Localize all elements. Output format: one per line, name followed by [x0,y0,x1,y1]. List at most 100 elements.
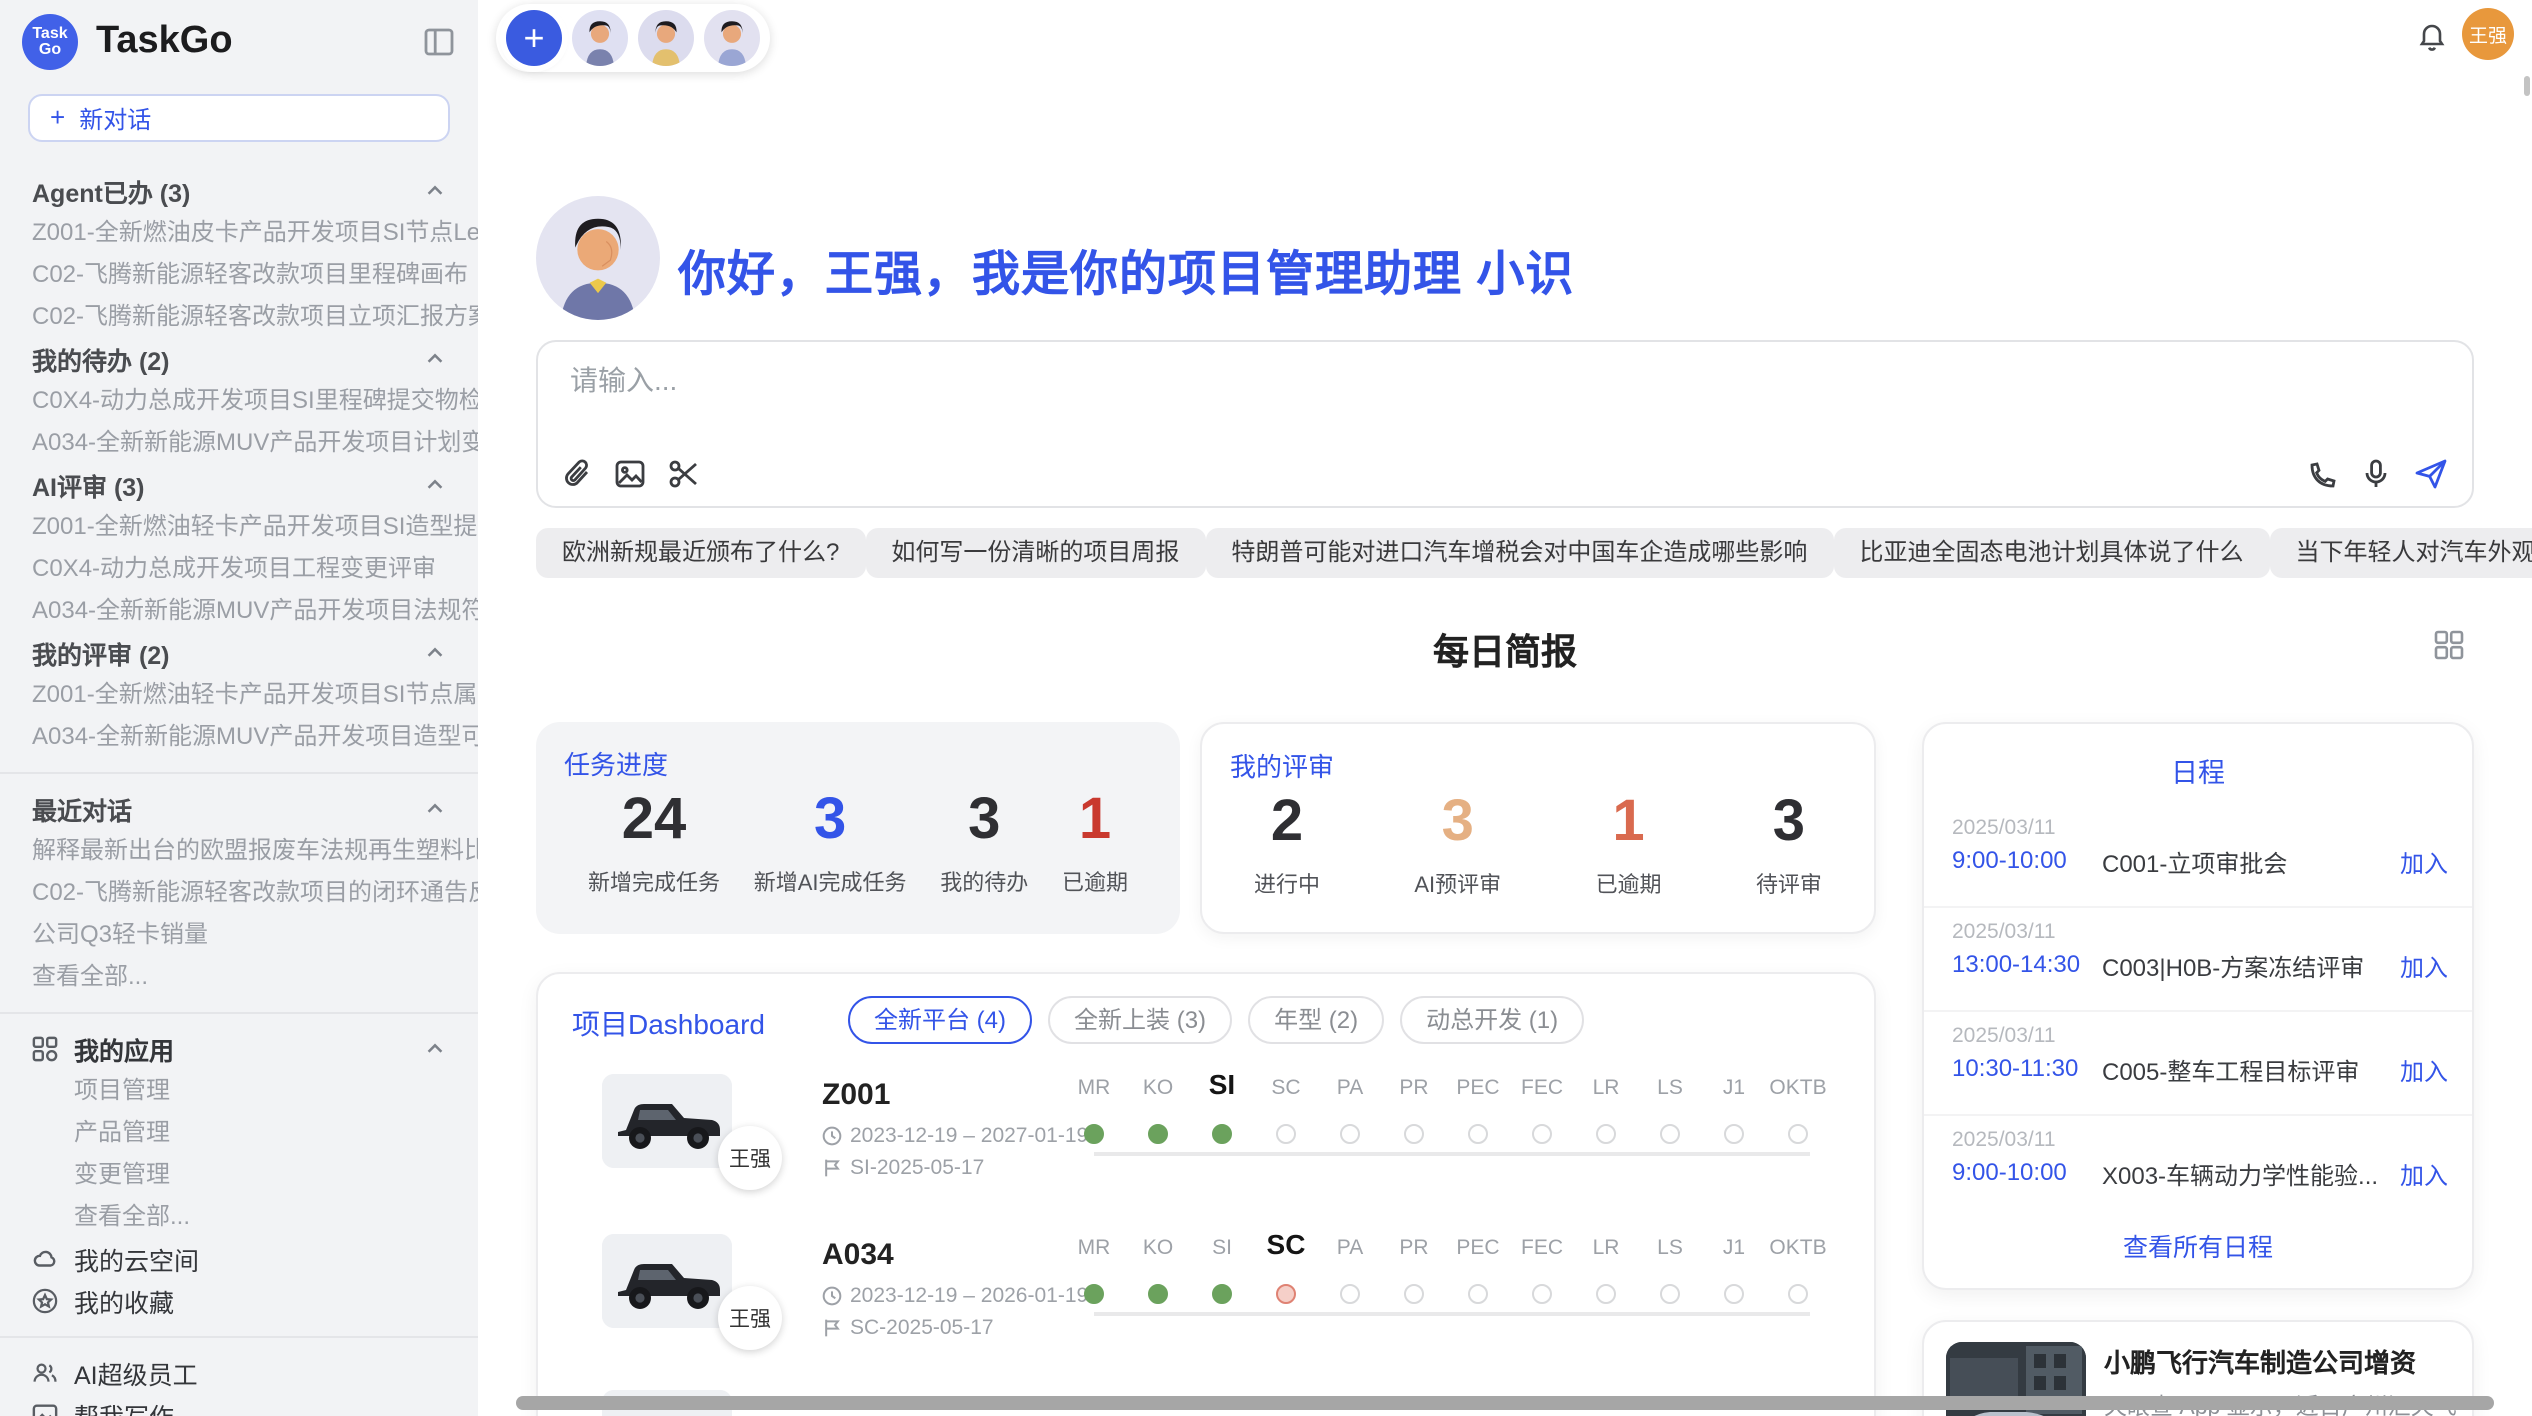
milestone-dot[interactable] [1532,1284,1552,1304]
new-chat-button[interactable]: + 新对话 [28,94,450,142]
sidebar-tool-picture[interactable]: 帮我写作 [0,1394,478,1416]
notifications-bell-icon[interactable] [2416,20,2448,54]
image-icon[interactable] [614,458,646,490]
chevron-up-icon[interactable] [424,348,446,370]
view-all-schedule-link[interactable]: 查看所有日程 [1924,1226,2472,1264]
microphone-icon[interactable] [2362,458,2390,490]
milestone-oktb[interactable]: OKTB [1766,1222,1830,1304]
milestone-pa[interactable]: PA [1318,1222,1382,1304]
milestone-dot[interactable] [1468,1124,1488,1144]
avatar-3[interactable] [704,10,760,66]
milestone-ls[interactable]: LS [1638,1222,1702,1304]
chevron-up-icon[interactable] [424,474,446,496]
dashboard-filter-chip[interactable]: 动总开发 (1) [1400,996,1584,1044]
milestone-sc[interactable]: SC [1254,1062,1318,1144]
milestone-dot[interactable] [1148,1284,1168,1304]
recent-conversation-item[interactable]: 公司Q3轻卡销量 [0,914,478,956]
vertical-scrollbar[interactable] [2524,76,2530,96]
suggestion-chip[interactable]: 欧洲新规最近颁布了什么? [536,528,865,578]
send-icon[interactable] [2414,458,2448,490]
event-join-link[interactable]: 加入 [2400,1054,2448,1088]
chevron-up-icon[interactable] [424,1038,446,1060]
milestone-dot[interactable] [1404,1284,1424,1304]
chevron-up-icon[interactable] [424,798,446,820]
milestone-lr[interactable]: LR [1574,1222,1638,1304]
milestone-dot[interactable] [1276,1124,1296,1144]
milestone-dot[interactable] [1276,1284,1296,1304]
recent-conversation-item[interactable]: C02-飞腾新能源轻客改款项目的闭环通告反馈情况 [0,872,478,914]
milestone-pa[interactable]: PA [1318,1062,1382,1144]
add-conversation-button[interactable]: + [506,10,562,66]
milestone-dot[interactable] [1084,1284,1104,1304]
phone-icon[interactable] [2308,459,2338,489]
milestone-ls[interactable]: LS [1638,1062,1702,1144]
milestone-dot[interactable] [1724,1284,1744,1304]
milestone-dot[interactable] [1212,1124,1232,1144]
milestone-ko[interactable]: KO [1126,1222,1190,1304]
layout-grid-icon[interactable] [2434,630,2464,660]
milestone-fec[interactable]: FEC [1510,1062,1574,1144]
chevron-up-icon[interactable] [424,180,446,202]
milestone-pr[interactable]: PR [1382,1222,1446,1304]
sidebar-collapse-icon[interactable] [424,28,454,56]
milestone-fec[interactable]: FEC [1510,1222,1574,1304]
sidebar-item[interactable]: C0X4-动力总成开发项目SI里程碑提交物检查 [0,380,478,422]
paperclip-icon[interactable] [562,458,592,490]
sidebar-section-header[interactable]: 我的评审 (2) [0,632,478,674]
dashboard-filter-chip[interactable]: 全新平台 (4) [848,996,1032,1044]
recent-conversation-item[interactable]: 查看全部... [0,956,478,998]
suggestion-chip[interactable]: 比亚迪全固态电池计划具体说了什么 [1833,528,2269,578]
sidebar-item[interactable]: Z001-全新燃油皮卡产品开发项目SI节点Lesson Learn报告 [0,212,478,254]
milestone-j1[interactable]: J1 [1702,1062,1766,1144]
milestone-dot[interactable] [1340,1284,1360,1304]
sidebar-section-header[interactable]: AI评审 (3) [0,464,478,506]
milestone-dot[interactable] [1468,1284,1488,1304]
event-join-link[interactable]: 加入 [2400,1158,2448,1192]
recent-conversation-item[interactable]: 解释最新出台的欧盟报废车法规再生塑料比例被调至15%... [0,830,478,872]
milestone-dot[interactable] [1660,1284,1680,1304]
sidebar-item[interactable]: Z001-全新燃油轻卡产品开发项目SI造型提交物评审 [0,506,478,548]
sidebar-item[interactable]: A034-全新新能源MUV产品开发项目法规符合性评审 [0,590,478,632]
milestone-dot[interactable] [1084,1124,1104,1144]
milestone-j1[interactable]: J1 [1702,1222,1766,1304]
sidebar-item[interactable]: Z001-全新燃油轻卡产品开发项目SI节点属性5D文件评审 [0,674,478,716]
milestone-dot[interactable] [1212,1284,1232,1304]
milestone-dot[interactable] [1404,1124,1424,1144]
sidebar-item[interactable]: C0X4-动力总成开发项目工程变更评审 [0,548,478,590]
dashboard-filter-chip[interactable]: 年型 (2) [1248,996,1384,1044]
sidebar-tool-people[interactable]: AI超级员工 [0,1352,478,1394]
user-avatar[interactable]: 王强 [2462,8,2514,60]
milestone-dot[interactable] [1788,1124,1808,1144]
milestone-dot[interactable] [1660,1124,1680,1144]
suggestion-chip[interactable]: 特朗普可能对进口汽车增税会对中国车企造成哪些影响 [1205,528,1833,578]
app-sub-item[interactable]: 项目管理 [0,1070,478,1112]
milestone-lr[interactable]: LR [1574,1062,1638,1144]
sidebar-item-my-apps[interactable]: 我的应用 [0,1028,478,1070]
dashboard-filter-chip[interactable]: 全新上装 (3) [1048,996,1232,1044]
milestone-dot[interactable] [1532,1124,1552,1144]
app-sub-item[interactable]: 变更管理 [0,1154,478,1196]
sidebar-item[interactable]: C02-飞腾新能源轻客改款项目立项汇报方案 [0,296,478,338]
milestone-si[interactable]: SI [1190,1062,1254,1144]
event-join-link[interactable]: 加入 [2400,950,2448,984]
milestone-pec[interactable]: PEC [1446,1062,1510,1144]
app-sub-item[interactable]: 查看全部... [0,1196,478,1238]
sidebar-item[interactable]: A034-全新新能源MUV产品开发项目计划变更表编写 [0,422,478,464]
milestone-oktb[interactable]: OKTB [1766,1062,1830,1144]
milestone-pr[interactable]: PR [1382,1062,1446,1144]
sidebar-item-star[interactable]: 我的收藏 [0,1280,478,1322]
milestone-mr[interactable]: MR [1062,1222,1126,1304]
milestone-dot[interactable] [1596,1124,1616,1144]
avatar-1[interactable] [572,10,628,66]
horizontal-scrollbar[interactable] [516,1396,2494,1410]
milestone-sc[interactable]: SC [1254,1222,1318,1304]
milestone-dot[interactable] [1148,1124,1168,1144]
sidebar-item-cloud[interactable]: 我的云空间 [0,1238,478,1280]
milestone-pec[interactable]: PEC [1446,1222,1510,1304]
milestone-dot[interactable] [1788,1284,1808,1304]
milestone-dot[interactable] [1340,1124,1360,1144]
sidebar-section-header[interactable]: 我的待办 (2) [0,338,478,380]
suggestion-chip[interactable]: 如何写一份清晰的项目周报 [865,528,1205,578]
chat-input[interactable] [566,362,1974,398]
suggestion-chip[interactable]: 当下年轻人对汽车外观有怎样的喜好趋势 [2269,528,2532,578]
